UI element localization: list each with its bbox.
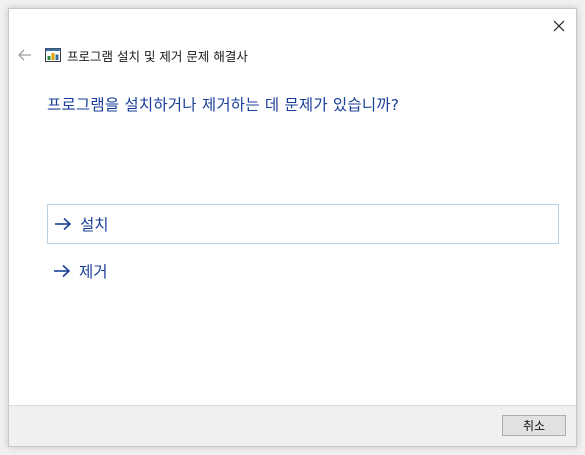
arrow-right-icon: [55, 217, 72, 231]
close-icon: [553, 20, 565, 32]
option-label: 제거: [79, 263, 108, 281]
window-title: 프로그램 설치 및 제거 문제 해결사: [67, 48, 248, 64]
page-heading: 프로그램을 설치하거나 제거하는 데 문제가 있습니까?: [47, 96, 400, 114]
troubleshooter-app-icon: [45, 48, 61, 62]
arrow-right-icon: [54, 264, 71, 278]
option-install[interactable]: 설치: [47, 204, 559, 244]
option-label: 설치: [80, 216, 109, 234]
option-uninstall[interactable]: 제거: [47, 251, 559, 291]
cancel-button[interactable]: 취소: [502, 415, 566, 436]
troubleshooter-window: 프로그램 설치 및 제거 문제 해결사 프로그램을 설치하거나 제거하는 데 문…: [8, 8, 577, 447]
footer-bar: 취소: [9, 405, 576, 446]
title-bar: 프로그램 설치 및 제거 문제 해결사: [17, 43, 537, 67]
back-arrow-icon[interactable]: [17, 47, 33, 63]
close-button[interactable]: [548, 15, 570, 37]
